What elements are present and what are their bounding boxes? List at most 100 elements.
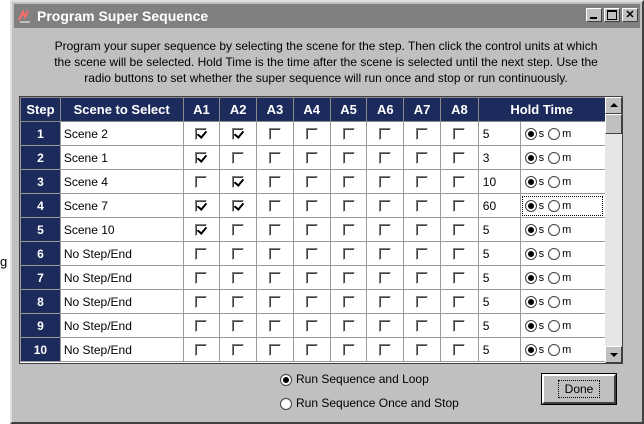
- control-unit-a3-checkbox[interactable]: [268, 296, 281, 309]
- control-unit-a8-checkbox[interactable]: [453, 248, 466, 261]
- control-unit-a7-checkbox[interactable]: [416, 320, 429, 333]
- control-unit-a5-checkbox[interactable]: [342, 344, 355, 357]
- control-unit-a8-checkbox[interactable]: [453, 128, 466, 141]
- scene-select-cell[interactable]: No Step/End: [59, 265, 184, 290]
- control-unit-a7-checkbox[interactable]: [416, 344, 429, 357]
- control-unit-a3-checkbox[interactable]: [268, 176, 281, 189]
- hold-time-input[interactable]: 5: [477, 121, 521, 146]
- scene-select-cell[interactable]: No Step/End: [59, 289, 184, 314]
- control-unit-a2-checkbox[interactable]: [232, 128, 245, 141]
- control-unit-a1-checkbox[interactable]: [195, 152, 208, 165]
- control-unit-a4-checkbox[interactable]: [305, 128, 318, 141]
- hold-time-input[interactable]: 5: [477, 241, 521, 266]
- control-unit-a5-checkbox[interactable]: [342, 128, 355, 141]
- control-unit-a5-checkbox[interactable]: [342, 224, 355, 237]
- control-unit-a3-checkbox[interactable]: [268, 224, 281, 237]
- seconds-radio[interactable]: [524, 272, 537, 285]
- control-unit-a4-checkbox[interactable]: [305, 200, 318, 213]
- control-unit-a4-checkbox[interactable]: [305, 344, 318, 357]
- control-unit-a3-checkbox[interactable]: [268, 128, 281, 141]
- seconds-radio[interactable]: [524, 344, 537, 357]
- control-unit-a8-checkbox[interactable]: [453, 176, 466, 189]
- control-unit-a1-checkbox[interactable]: [195, 344, 208, 357]
- run-loop-radio[interactable]: [280, 373, 292, 386]
- seconds-radio[interactable]: [524, 224, 537, 237]
- control-unit-a1-checkbox[interactable]: [195, 200, 208, 213]
- hold-time-input[interactable]: 3: [477, 145, 521, 170]
- control-unit-a6-checkbox[interactable]: [379, 128, 392, 141]
- seconds-radio[interactable]: [524, 128, 537, 141]
- control-unit-a7-checkbox[interactable]: [416, 200, 429, 213]
- control-unit-a6-checkbox[interactable]: [379, 248, 392, 261]
- control-unit-a5-checkbox[interactable]: [342, 176, 355, 189]
- control-unit-a4-checkbox[interactable]: [305, 176, 318, 189]
- scene-select-cell[interactable]: Scene 10: [59, 217, 184, 242]
- done-button[interactable]: Done: [541, 373, 617, 405]
- scene-select-cell[interactable]: No Step/End: [59, 313, 184, 338]
- control-unit-a2-checkbox[interactable]: [232, 176, 245, 189]
- run-loop-option[interactable]: Run Sequence and Loop: [280, 372, 429, 386]
- seconds-radio[interactable]: [524, 152, 537, 165]
- scene-select-cell[interactable]: No Step/End: [59, 337, 184, 362]
- control-unit-a4-checkbox[interactable]: [305, 224, 318, 237]
- control-unit-a5-checkbox[interactable]: [342, 320, 355, 333]
- control-unit-a7-checkbox[interactable]: [416, 272, 429, 285]
- control-unit-a1-checkbox[interactable]: [195, 296, 208, 309]
- minutes-radio[interactable]: [548, 176, 561, 189]
- scroll-down-button[interactable]: [605, 346, 622, 363]
- minutes-radio[interactable]: [548, 224, 561, 237]
- minimize-button[interactable]: [586, 8, 602, 22]
- control-unit-a5-checkbox[interactable]: [342, 296, 355, 309]
- control-unit-a8-checkbox[interactable]: [453, 320, 466, 333]
- control-unit-a3-checkbox[interactable]: [268, 344, 281, 357]
- control-unit-a4-checkbox[interactable]: [305, 248, 318, 261]
- seconds-radio[interactable]: [524, 320, 537, 333]
- control-unit-a6-checkbox[interactable]: [379, 200, 392, 213]
- control-unit-a6-checkbox[interactable]: [379, 176, 392, 189]
- control-unit-a5-checkbox[interactable]: [342, 272, 355, 285]
- control-unit-a2-checkbox[interactable]: [232, 200, 245, 213]
- control-unit-a8-checkbox[interactable]: [453, 152, 466, 165]
- control-unit-a5-checkbox[interactable]: [342, 152, 355, 165]
- control-unit-a6-checkbox[interactable]: [379, 224, 392, 237]
- control-unit-a1-checkbox[interactable]: [195, 176, 208, 189]
- seconds-radio[interactable]: [524, 296, 537, 309]
- seconds-radio[interactable]: [524, 248, 537, 261]
- hold-time-input[interactable]: 60: [477, 193, 521, 218]
- control-unit-a6-checkbox[interactable]: [379, 296, 392, 309]
- vertical-scrollbar[interactable]: [605, 97, 622, 363]
- hold-time-input[interactable]: 5: [477, 313, 521, 338]
- hold-time-input[interactable]: 5: [477, 217, 521, 242]
- minutes-radio[interactable]: [548, 152, 561, 165]
- control-unit-a3-checkbox[interactable]: [268, 272, 281, 285]
- control-unit-a6-checkbox[interactable]: [379, 320, 392, 333]
- run-once-radio[interactable]: [280, 397, 292, 410]
- control-unit-a8-checkbox[interactable]: [453, 344, 466, 357]
- minutes-radio[interactable]: [548, 128, 561, 141]
- scene-select-cell[interactable]: No Step/End: [59, 241, 184, 266]
- minutes-radio[interactable]: [548, 344, 561, 357]
- control-unit-a7-checkbox[interactable]: [416, 152, 429, 165]
- maximize-button[interactable]: [604, 8, 620, 22]
- title-bar[interactable]: Program Super Sequence ✕: [14, 4, 640, 28]
- minutes-radio[interactable]: [548, 248, 561, 261]
- seconds-radio[interactable]: [524, 200, 537, 213]
- minutes-radio[interactable]: [548, 200, 561, 213]
- control-unit-a7-checkbox[interactable]: [416, 176, 429, 189]
- hold-time-input[interactable]: 5: [477, 289, 521, 314]
- control-unit-a6-checkbox[interactable]: [379, 152, 392, 165]
- control-unit-a7-checkbox[interactable]: [416, 224, 429, 237]
- control-unit-a6-checkbox[interactable]: [379, 344, 392, 357]
- scroll-thumb[interactable]: [605, 114, 622, 134]
- control-unit-a2-checkbox[interactable]: [232, 248, 245, 261]
- control-unit-a8-checkbox[interactable]: [453, 296, 466, 309]
- control-unit-a2-checkbox[interactable]: [232, 224, 245, 237]
- control-unit-a5-checkbox[interactable]: [342, 248, 355, 261]
- control-unit-a4-checkbox[interactable]: [305, 320, 318, 333]
- control-unit-a3-checkbox[interactable]: [268, 152, 281, 165]
- control-unit-a2-checkbox[interactable]: [232, 152, 245, 165]
- control-unit-a1-checkbox[interactable]: [195, 320, 208, 333]
- hold-time-input[interactable]: 5: [477, 337, 521, 362]
- close-button[interactable]: ✕: [622, 8, 638, 22]
- minutes-radio[interactable]: [548, 272, 561, 285]
